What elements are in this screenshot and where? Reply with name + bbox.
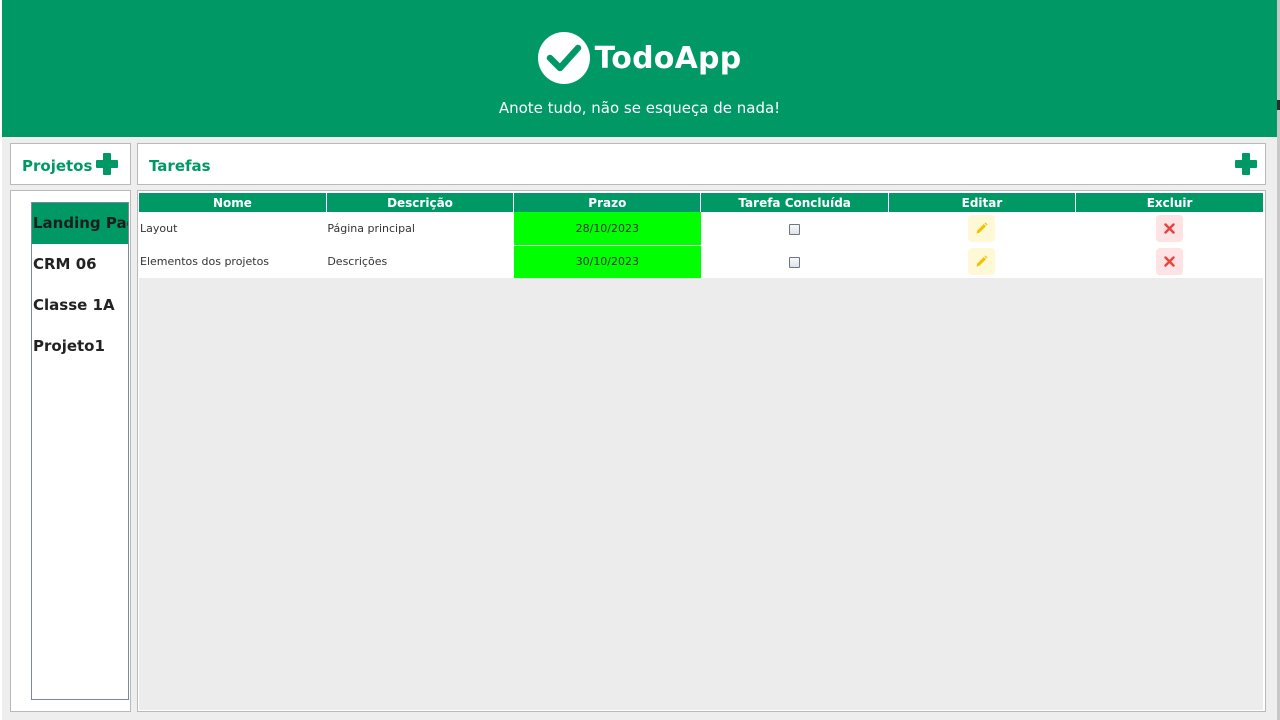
- project-item[interactable]: Projeto1: [32, 326, 128, 367]
- tasks-table: Nome Descrição Prazo Tarefa Concluída Ed…: [139, 193, 1263, 279]
- column-header-delete[interactable]: Excluir: [1075, 193, 1263, 212]
- task-delete-cell: [1075, 212, 1263, 245]
- project-item[interactable]: Classe 1A: [32, 285, 128, 326]
- task-done-checkbox[interactable]: [789, 256, 801, 268]
- project-list[interactable]: Landing Page CRM 06 Classe 1A Projeto1: [31, 202, 129, 700]
- column-header-edit[interactable]: Editar: [888, 193, 1077, 212]
- task-deadline: 28/10/2023: [513, 212, 701, 246]
- add-project-button[interactable]: [96, 153, 118, 175]
- add-task-button[interactable]: [1235, 153, 1257, 175]
- x-icon: [1164, 256, 1175, 267]
- task-description: Página principal: [326, 212, 514, 245]
- app-header: TodoApp Anote tudo, não se esqueça de na…: [2, 0, 1277, 137]
- tasks-title: Tarefas: [149, 157, 211, 175]
- tasks-table-container: Nome Descrição Prazo Tarefa Concluída Ed…: [139, 193, 1263, 710]
- task-name: Layout: [139, 212, 327, 245]
- app-title: TodoApp: [594, 40, 742, 76]
- project-item[interactable]: CRM 06: [32, 244, 128, 285]
- projects-panel: Landing Page CRM 06 Classe 1A Projeto1: [10, 190, 131, 712]
- table-row[interactable]: Elementos dos projetos Descrições 30/10/…: [139, 245, 1263, 279]
- column-header-done[interactable]: Tarefa Concluída: [700, 193, 889, 212]
- projects-header: Projetos: [10, 143, 131, 185]
- tasks-header: Tarefas: [137, 143, 1266, 185]
- delete-task-button[interactable]: [1155, 248, 1183, 275]
- task-deadline: 30/10/2023: [513, 245, 701, 279]
- app-window: TodoApp Anote tudo, não se esqueça de na…: [2, 0, 1277, 720]
- edit-task-button[interactable]: [968, 215, 996, 242]
- column-header-name[interactable]: Nome: [139, 193, 327, 212]
- pencil-icon: [976, 255, 989, 267]
- pencil-icon: [976, 222, 989, 234]
- task-description: Descrições: [326, 245, 514, 278]
- check-circle-icon: [537, 32, 590, 84]
- table-header-row: Nome Descrição Prazo Tarefa Concluída Ed…: [139, 193, 1263, 212]
- task-edit-cell: [888, 212, 1076, 245]
- column-header-deadline[interactable]: Prazo: [513, 193, 702, 212]
- projects-title: Projetos: [22, 157, 93, 175]
- edit-task-button[interactable]: [968, 248, 996, 275]
- task-done-checkbox[interactable]: [789, 223, 801, 235]
- delete-task-button[interactable]: [1155, 215, 1183, 242]
- app-subtitle: Anote tudo, não se esqueça de nada!: [498, 99, 781, 117]
- task-name: Elementos dos projetos: [139, 245, 327, 278]
- task-edit-cell: [888, 245, 1076, 278]
- project-item[interactable]: Landing Page: [32, 203, 128, 244]
- column-header-description[interactable]: Descrição: [326, 193, 515, 212]
- x-icon: [1164, 223, 1175, 234]
- logo: TodoApp: [2, 32, 1277, 84]
- task-done-cell: [700, 245, 889, 278]
- table-row[interactable]: Layout Página principal 28/10/2023: [139, 212, 1263, 246]
- task-done-cell: [700, 212, 889, 245]
- task-delete-cell: [1075, 245, 1263, 278]
- tasks-panel: Nome Descrição Prazo Tarefa Concluída Ed…: [137, 190, 1266, 712]
